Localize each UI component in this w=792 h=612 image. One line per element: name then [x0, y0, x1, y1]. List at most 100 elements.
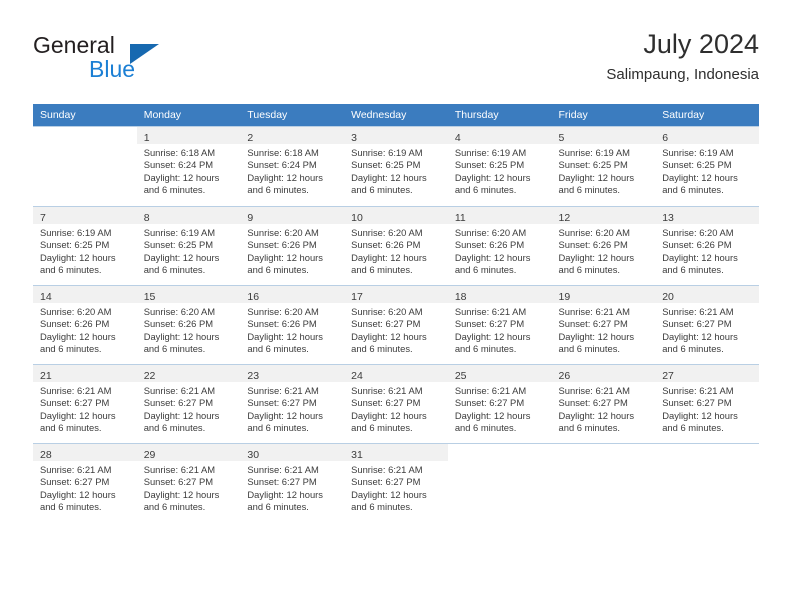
calendar-day-cell[interactable]: 18 Sunrise: 6:21 AM Sunset: 6:27 PM Dayligh…: [447, 285, 552, 364]
day-details: Sunrise: 6:20 AM Sunset: 6:26 PM Daylight:…: [240, 224, 344, 277]
day-daylight-2-text: and 6 minutes.: [247, 501, 309, 513]
calendar-day-cell[interactable]: 26 Sunrise: 6:21 AM Sunset: 6:27 PM Dayligh…: [551, 364, 656, 443]
day-daylight-1-text: Daylight: 12 hours: [143, 251, 220, 263]
day-daylight-2-text: and 6 minutes.: [351, 343, 413, 355]
calendar-day-cell[interactable]: 17 Sunrise: 6:20 AM Sunset: 6:27 PM Dayligh…: [344, 285, 448, 364]
day-details: Sunrise: 6:20 AM Sunset: 6:26 PM Daylight:…: [137, 303, 241, 356]
day-sunset-text: Sunset: 6:27 PM: [351, 318, 421, 330]
calendar-day-cell[interactable]: 4 Sunrise: 6:19 AM Sunset: 6:25 PM Daylight…: [447, 126, 552, 206]
day-number-bar: 9: [240, 207, 345, 224]
day-details: Sunrise: 6:20 AM Sunset: 6:26 PM Daylight:…: [448, 224, 552, 277]
day-daylight-2-text: and 6 minutes.: [40, 264, 102, 276]
day-number: 29: [143, 449, 156, 461]
day-number-bar: 2: [240, 127, 345, 144]
calendar-day-cell[interactable]: 1 Sunrise: 6:18 AM Sunset: 6:24 PM Daylight…: [136, 126, 241, 206]
sunrise-sunset-calendar: Sunday Monday Tuesday Wednesday Thursday…: [33, 104, 759, 523]
day-daylight-1-text: Daylight: 12 hours: [40, 251, 116, 263]
calendar-day-cell[interactable]: 21 Sunrise: 6:21 AM Sunset: 6:27 PM Dayligh…: [33, 364, 137, 443]
calendar-day-cell[interactable]: 2 Sunrise: 6:18 AM Sunset: 6:24 PM Daylight…: [240, 126, 345, 206]
day-sunset-text: Sunset: 6:25 PM: [454, 159, 525, 171]
day-daylight-2-text: and 6 minutes.: [143, 343, 206, 355]
calendar-week-row: 1 Sunrise: 6:18 AM Sunset: 6:24 PM Daylight…: [33, 126, 759, 206]
day-number: 31: [351, 449, 363, 461]
day-cell-content: 29 Sunrise: 6:21 AM Sunset: 6:27 PM Dayligh…: [136, 443, 241, 522]
title-block: July 2024 Salimpaung, Indonesia: [606, 28, 759, 86]
day-number: 2: [247, 132, 254, 144]
day-number-bar: 11: [447, 207, 552, 224]
calendar-day-cell[interactable]: 3 Sunrise: 6:19 AM Sunset: 6:25 PM Daylight…: [344, 126, 448, 206]
day-daylight-2-text: and 6 minutes.: [662, 264, 724, 276]
day-daylight-2-text: and 6 minutes.: [558, 343, 621, 355]
calendar-day-cell[interactable]: 28 Sunrise: 6:21 AM Sunset: 6:27 PM Dayligh…: [33, 443, 137, 523]
calendar-day-cell[interactable]: 6 Sunrise: 6:19 AM Sunset: 6:25 PM Daylight…: [655, 126, 759, 206]
day-details: Sunrise: 6:20 AM Sunset: 6:27 PM Daylight:…: [344, 303, 448, 356]
day-number: 28: [40, 449, 52, 461]
day-number-bar: 15: [136, 286, 241, 303]
calendar-day-cell[interactable]: 5 Sunrise: 6:19 AM Sunset: 6:25 PM Daylight…: [551, 126, 656, 206]
empty-day-placeholder: [655, 443, 759, 523]
weekday-header-monday: Monday: [136, 104, 241, 126]
day-details: Sunrise: 6:19 AM Sunset: 6:25 PM Daylight:…: [344, 144, 448, 197]
calendar-day-cell[interactable]: 7 Sunrise: 6:19 AM Sunset: 6:25 PM Daylight…: [33, 206, 137, 285]
calendar-day-cell[interactable]: 10 Sunrise: 6:20 AM Sunset: 6:26 PM Dayligh…: [344, 206, 448, 285]
calendar-day-cell[interactable]: 22 Sunrise: 6:21 AM Sunset: 6:27 PM Dayligh…: [136, 364, 241, 443]
day-daylight-1-text: Daylight: 12 hours: [351, 409, 427, 421]
day-cell-content: 23 Sunrise: 6:21 AM Sunset: 6:27 PM Dayligh…: [240, 364, 345, 443]
day-number: 13: [662, 212, 674, 224]
calendar-day-cell[interactable]: 12 Sunrise: 6:20 AM Sunset: 6:26 PM Dayligh…: [551, 206, 656, 285]
day-number: 26: [558, 370, 571, 382]
day-number: 4: [454, 132, 461, 144]
calendar-day-cell[interactable]: 16 Sunrise: 6:20 AM Sunset: 6:26 PM Dayligh…: [240, 285, 345, 364]
day-sunset-text: Sunset: 6:27 PM: [558, 397, 628, 409]
day-cell-content: 12 Sunrise: 6:20 AM Sunset: 6:26 PM Dayligh…: [551, 206, 656, 285]
day-sunrise-text: Sunrise: 6:20 AM: [247, 227, 319, 238]
day-details: Sunrise: 6:21 AM Sunset: 6:27 PM Daylight:…: [240, 461, 344, 514]
calendar-day-cell[interactable]: 13 Sunrise: 6:20 AM Sunset: 6:26 PM Dayligh…: [655, 206, 759, 285]
calendar-day-cell[interactable]: 11 Sunrise: 6:20 AM Sunset: 6:26 PM Dayligh…: [447, 206, 552, 285]
day-sunset-text: Sunset: 6:25 PM: [558, 159, 628, 171]
day-sunset-text: Sunset: 6:26 PM: [40, 318, 110, 330]
day-daylight-1-text: Daylight: 12 hours: [143, 171, 220, 183]
calendar-day-cell[interactable]: 20 Sunrise: 6:21 AM Sunset: 6:27 PM Dayligh…: [655, 285, 759, 364]
calendar-day-cell[interactable]: 24 Sunrise: 6:21 AM Sunset: 6:27 PM Dayligh…: [344, 364, 448, 443]
day-cell-content: 11 Sunrise: 6:20 AM Sunset: 6:26 PM Dayligh…: [447, 206, 552, 285]
calendar-day-cell[interactable]: 27 Sunrise: 6:21 AM Sunset: 6:27 PM Dayligh…: [655, 364, 759, 443]
day-daylight-1-text: Daylight: 12 hours: [247, 409, 323, 421]
day-sunrise-text: Sunrise: 6:21 AM: [454, 306, 527, 317]
day-daylight-2-text: and 6 minutes.: [351, 422, 413, 434]
calendar-day-cell[interactable]: 8 Sunrise: 6:19 AM Sunset: 6:25 PM Daylight…: [136, 206, 241, 285]
calendar-day-cell[interactable]: 23 Sunrise: 6:21 AM Sunset: 6:27 PM Dayligh…: [240, 364, 345, 443]
calendar-day-cell[interactable]: 31 Sunrise: 6:21 AM Sunset: 6:27 PM Dayligh…: [344, 443, 448, 523]
day-number: 19: [558, 291, 571, 303]
day-details: Sunrise: 6:19 AM Sunset: 6:25 PM Daylight:…: [137, 224, 241, 277]
day-daylight-1-text: Daylight: 12 hours: [558, 171, 635, 183]
day-details: Sunrise: 6:20 AM Sunset: 6:26 PM Daylight:…: [552, 224, 656, 277]
weekday-header-tuesday: Tuesday: [240, 104, 345, 126]
day-number-bar: 17: [344, 286, 448, 303]
page-subtitle: Salimpaung, Indonesia: [606, 66, 759, 83]
day-daylight-1-text: Daylight: 12 hours: [454, 409, 531, 421]
day-details: Sunrise: 6:21 AM Sunset: 6:27 PM Daylight:…: [552, 303, 656, 356]
day-number: 16: [247, 291, 260, 303]
calendar-day-cell[interactable]: 25 Sunrise: 6:21 AM Sunset: 6:27 PM Dayligh…: [447, 364, 552, 443]
day-details: Sunrise: 6:20 AM Sunset: 6:26 PM Daylight:…: [344, 224, 448, 277]
day-daylight-2-text: and 6 minutes.: [454, 343, 517, 355]
calendar-day-cell[interactable]: 29 Sunrise: 6:21 AM Sunset: 6:27 PM Dayligh…: [136, 443, 241, 523]
calendar-day-cell[interactable]: 14 Sunrise: 6:20 AM Sunset: 6:26 PM Dayligh…: [33, 285, 137, 364]
day-number: 5: [558, 132, 565, 144]
page-header: General Blue July 2024 Salimpaung, Indon…: [33, 28, 759, 94]
day-number: 17: [351, 291, 363, 303]
calendar-day-cell[interactable]: 19 Sunrise: 6:21 AM Sunset: 6:27 PM Dayligh…: [551, 285, 656, 364]
day-daylight-2-text: and 6 minutes.: [454, 264, 517, 276]
day-daylight-2-text: and 6 minutes.: [662, 422, 724, 434]
calendar-day-cell[interactable]: 30 Sunrise: 6:21 AM Sunset: 6:27 PM Dayligh…: [240, 443, 345, 523]
day-number-bar: 18: [447, 286, 552, 303]
day-cell-content: 16 Sunrise: 6:20 AM Sunset: 6:26 PM Dayligh…: [240, 285, 345, 364]
day-cell-content: 2 Sunrise: 6:18 AM Sunset: 6:24 PM Daylight…: [240, 126, 345, 205]
day-sunset-text: Sunset: 6:24 PM: [143, 159, 214, 171]
calendar-day-cell-empty: [655, 443, 759, 523]
day-sunset-text: Sunset: 6:27 PM: [143, 397, 214, 409]
day-daylight-2-text: and 6 minutes.: [351, 264, 413, 276]
calendar-day-cell[interactable]: 9 Sunrise: 6:20 AM Sunset: 6:26 PM Daylight…: [240, 206, 345, 285]
calendar-day-cell[interactable]: 15 Sunrise: 6:20 AM Sunset: 6:26 PM Dayligh…: [136, 285, 241, 364]
